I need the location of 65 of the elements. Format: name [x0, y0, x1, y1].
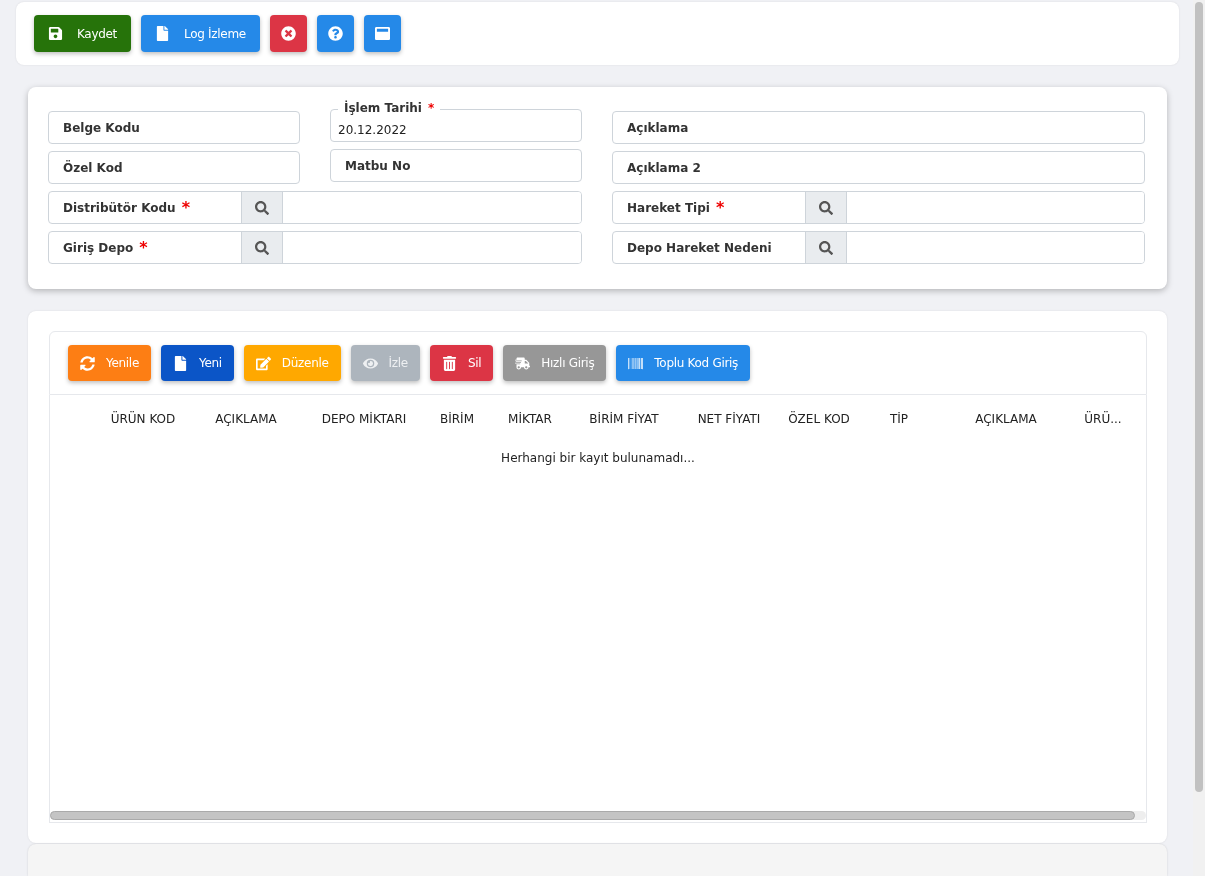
- window-icon: [374, 26, 390, 41]
- column-header[interactable]: BİRİM: [422, 412, 492, 426]
- text-field[interactable]: Belge Kodu: [48, 111, 300, 144]
- grid-button[interactable]: Toplu Kod Giriş: [616, 345, 751, 381]
- empty-message: Herhangi bir kayıt bulunamadı...: [501, 451, 695, 465]
- column-header[interactable]: ÜRÜN KOD: [100, 412, 186, 426]
- field-value: 20.12.2022: [338, 123, 407, 137]
- truck-icon: [515, 355, 531, 371]
- icon-button[interactable]: [316, 15, 354, 52]
- icon-button[interactable]: [363, 15, 401, 52]
- column-header[interactable]: BİRİM FİYAT: [568, 412, 680, 426]
- horizontal-scrollbar[interactable]: [50, 811, 1146, 820]
- grid-button[interactable]: Sil: [429, 345, 494, 381]
- required-mark: *: [427, 101, 435, 115]
- icon-button[interactable]: [269, 15, 307, 52]
- search-button[interactable]: [241, 232, 283, 263]
- grid-button[interactable]: Yeni: [161, 345, 234, 381]
- help-icon: [327, 26, 343, 41]
- search-icon: [819, 200, 833, 215]
- document-icon: [173, 355, 188, 371]
- close-icon: [280, 26, 296, 41]
- field-label: Depo Hareket Nedeni: [627, 240, 772, 255]
- document-icon: [155, 26, 171, 41]
- vertical-scrollbar[interactable]: [1193, 0, 1205, 876]
- field-label: Hareket Tipi: [627, 200, 710, 215]
- required-mark: *: [181, 198, 191, 217]
- column-header[interactable]: DEPO MİKTARI: [306, 412, 422, 426]
- column-header[interactable]: TİP: [860, 412, 938, 426]
- field-label: Özel Kod: [63, 160, 123, 175]
- field-label: Distribütör Kodu: [63, 200, 176, 215]
- refresh-icon: [80, 355, 95, 371]
- column-header[interactable]: AÇIKLAMA: [938, 412, 1074, 426]
- field-label: İşlem Tarihi: [344, 101, 422, 115]
- column-header[interactable]: ÜRÜ...: [1074, 412, 1132, 426]
- trash-icon: [441, 355, 457, 371]
- edit-icon: [255, 355, 271, 371]
- text-field[interactable]: Açıklama: [612, 111, 1145, 144]
- search-button[interactable]: [805, 232, 847, 263]
- toolbar-button[interactable]: Kaydet: [34, 15, 132, 52]
- field-label: Giriş Depo: [63, 240, 134, 255]
- barcode-icon: [628, 355, 644, 371]
- text-field[interactable]: Açıklama 2: [612, 151, 1145, 184]
- search-icon: [255, 200, 269, 215]
- required-mark: *: [715, 198, 725, 217]
- lookup-field[interactable]: Hareket Tipi *: [612, 191, 1145, 224]
- column-header[interactable]: AÇIKLAMA: [186, 412, 306, 426]
- save-icon: [48, 26, 63, 41]
- search-button[interactable]: [241, 192, 283, 223]
- lookup-field[interactable]: Depo Hareket Nedeni: [612, 231, 1145, 264]
- text-field[interactable]: Özel Kod: [48, 151, 300, 184]
- field-label: Belge Kodu: [63, 120, 140, 135]
- search-button[interactable]: [805, 192, 847, 223]
- field-label: Açıklama: [627, 120, 689, 135]
- field-label: Açıklama 2: [627, 160, 701, 175]
- required-mark: *: [139, 238, 148, 257]
- column-header[interactable]: ÖZEL KOD: [778, 412, 860, 426]
- search-icon: [255, 240, 269, 255]
- search-icon: [819, 240, 833, 255]
- lookup-field[interactable]: Giriş Depo *: [48, 231, 582, 264]
- toolbar-button[interactable]: Log İzleme: [141, 15, 260, 52]
- column-header[interactable]: NET FİYATI: [680, 412, 778, 426]
- text-field[interactable]: Matbu No: [330, 149, 582, 182]
- column-header[interactable]: MİKTAR: [492, 412, 568, 426]
- lookup-field[interactable]: Distribütör Kodu *: [48, 191, 582, 224]
- field-label: Matbu No: [345, 158, 411, 173]
